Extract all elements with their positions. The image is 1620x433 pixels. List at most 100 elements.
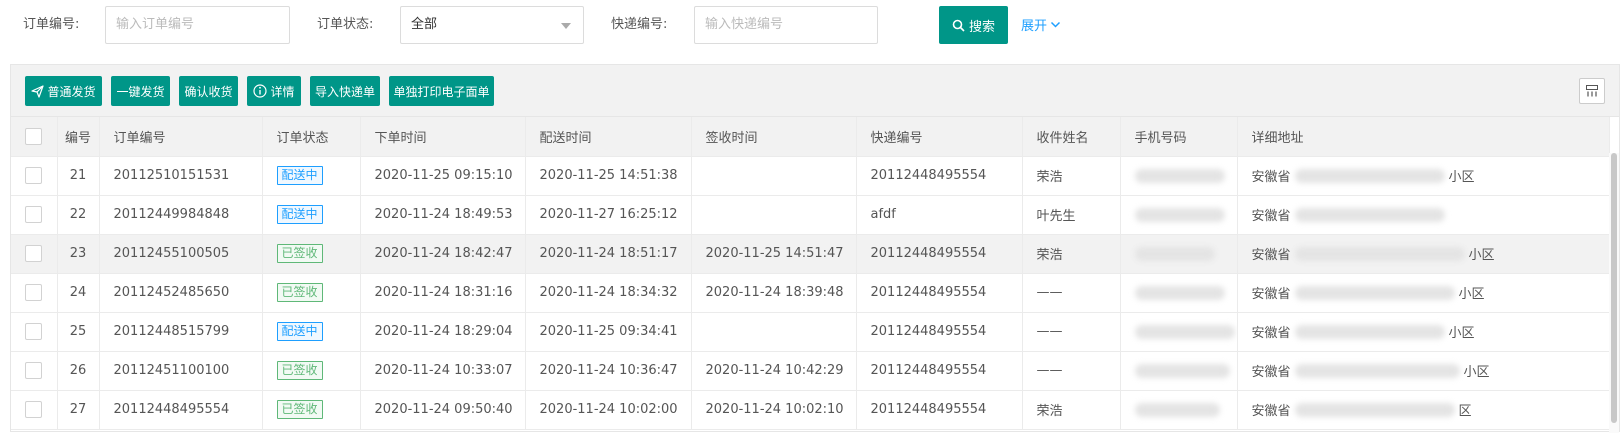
status-badge: 已签收 xyxy=(276,361,323,380)
status-label: 订单状态: xyxy=(317,17,374,32)
cell-order-time: 2020-11-24 18:49:53 xyxy=(360,195,526,235)
header-delivery-time[interactable]: 配送时间 xyxy=(525,117,692,157)
select-all-checkbox[interactable] xyxy=(25,127,43,145)
cell-id: 22 xyxy=(57,195,100,235)
row-checkbox[interactable] xyxy=(25,323,43,340)
order-no-input[interactable]: 输入订单编号 xyxy=(105,6,290,44)
chevron-down-icon xyxy=(1050,21,1061,28)
print-waybill-button[interactable]: 单独打印电子面单 xyxy=(389,76,494,106)
address-province: 安徽省 xyxy=(1251,248,1291,263)
cell-recipient: —— xyxy=(1022,273,1121,313)
redacted-phone xyxy=(1134,168,1225,183)
cell-status: 配送中 xyxy=(262,312,361,352)
cell-recipient: 荣浩 xyxy=(1022,234,1121,274)
info-circle-icon xyxy=(253,84,268,98)
columns-toggle-button[interactable] xyxy=(1579,78,1605,104)
details-button[interactable]: 详情 xyxy=(247,76,301,106)
columns-grid-icon xyxy=(1586,85,1598,97)
cell-express-no: 20112448495554 xyxy=(856,351,1023,391)
cell-status: 已签收 xyxy=(262,351,361,391)
cell-order-time: 2020-11-25 09:15:10 xyxy=(360,156,526,196)
redacted-phone xyxy=(1134,285,1225,300)
row-checkbox[interactable] xyxy=(25,206,43,223)
header-recipient[interactable]: 收件姓名 xyxy=(1022,117,1121,157)
expand-link-label: 展开 xyxy=(1021,19,1048,34)
cell-status: 已签收 xyxy=(262,273,361,313)
row-checkbox[interactable] xyxy=(25,362,43,379)
address-province: 安徽省 xyxy=(1251,287,1291,302)
table-scrollbar[interactable] xyxy=(1609,153,1619,433)
cell-phone xyxy=(1120,390,1238,430)
scrollbar-thumb[interactable] xyxy=(1611,153,1617,423)
row-select-cell xyxy=(11,351,58,391)
row-select-cell xyxy=(11,234,58,274)
cell-address: 安徽省 小区 xyxy=(1237,273,1610,313)
table-row[interactable]: 24 20112452485650 已签收 2020-11-24 18:31:16 20… xyxy=(11,273,1610,313)
normal-ship-label: 普通发货 xyxy=(47,84,96,99)
cell-recipient: 荣浩 xyxy=(1022,156,1121,196)
cell-express-no: 20112448495554 xyxy=(856,234,1023,274)
table-row[interactable]: 27 20112448495554 已签收 2020-11-24 09:50:40 20… xyxy=(11,390,1610,430)
cell-sign-time xyxy=(691,195,857,235)
expand-link[interactable]: 展开 xyxy=(1021,15,1061,34)
row-checkbox[interactable] xyxy=(25,245,43,262)
header-phone[interactable]: 手机号码 xyxy=(1120,117,1238,157)
cell-delivery-time: 2020-11-25 14:51:38 xyxy=(525,156,692,196)
header-sign-time[interactable]: 签收时间 xyxy=(691,117,857,157)
header-id[interactable]: 编号 xyxy=(57,117,100,157)
status-badge: 已签收 xyxy=(276,400,323,419)
cell-sign-time xyxy=(691,312,857,352)
cell-express-no: 20112448495554 xyxy=(856,156,1023,196)
status-select-value: 全部 xyxy=(411,17,438,32)
import-express-button[interactable]: 导入快递单 xyxy=(310,76,380,106)
row-checkbox[interactable] xyxy=(25,284,43,301)
cell-delivery-time: 2020-11-24 18:34:32 xyxy=(525,273,692,313)
header-order-no[interactable]: 订单编号 xyxy=(99,117,263,157)
one-click-ship-button[interactable]: 一键发货 xyxy=(111,76,170,106)
cell-order-time: 2020-11-24 09:50:40 xyxy=(360,390,526,430)
cell-id: 27 xyxy=(57,390,100,430)
cell-recipient: —— xyxy=(1022,351,1121,391)
table-row[interactable]: 22 20112449984848 配送中 2020-11-24 18:49:53 20… xyxy=(11,195,1610,235)
table-row[interactable]: 23 20112455100505 已签收 2020-11-24 18:42:47 20… xyxy=(11,234,1610,274)
table-row[interactable]: 25 20112448515799 配送中 2020-11-24 18:29:04 20… xyxy=(11,312,1610,352)
cell-order-time: 2020-11-24 18:29:04 xyxy=(360,312,526,352)
cell-recipient: —— xyxy=(1022,312,1121,352)
normal-ship-button[interactable]: 普通发货 xyxy=(25,76,102,106)
address-suffix: 小区 xyxy=(1448,170,1475,185)
address-suffix: 小区 xyxy=(1463,365,1490,380)
redacted-address xyxy=(1294,246,1465,261)
header-status[interactable]: 订单状态 xyxy=(262,117,361,157)
cell-order-no: 20112452485650 xyxy=(99,273,263,313)
cell-express-no: 20112448495554 xyxy=(856,273,1023,313)
table-row[interactable]: 21 20112510151531 配送中 2020-11-25 09:15:10 20… xyxy=(11,156,1610,196)
select-all-cell xyxy=(11,117,58,157)
status-badge: 已签收 xyxy=(276,244,323,263)
cell-phone xyxy=(1120,351,1238,391)
row-select-cell xyxy=(11,273,58,313)
express-no-input[interactable]: 输入快递编号 xyxy=(694,6,878,44)
address-province: 安徽省 xyxy=(1251,209,1291,224)
header-address[interactable]: 详细地址 xyxy=(1237,117,1610,157)
search-button[interactable]: 搜索 xyxy=(939,6,1008,44)
header-express-no[interactable]: 快递编号 xyxy=(856,117,1023,157)
status-badge: 配送中 xyxy=(276,205,323,224)
redacted-phone xyxy=(1134,363,1230,378)
cell-sign-time: 2020-11-24 10:02:10 xyxy=(691,390,857,430)
table-row[interactable]: 26 20112451100100 已签收 2020-11-24 10:33:07 20… xyxy=(11,351,1610,391)
cell-order-no: 20112448515799 xyxy=(99,312,263,352)
order-table-card: 普通发货 一键发货 确认收货 详情 导入快递单 单独打印电子面单 编号 订单编号… xyxy=(10,64,1620,433)
cell-recipient: 叶先生 xyxy=(1022,195,1121,235)
header-order-time[interactable]: 下单时间 xyxy=(360,117,526,157)
cell-address: 安徽省 小区 xyxy=(1237,234,1610,274)
cell-status: 配送中 xyxy=(262,156,361,196)
address-province: 安徽省 xyxy=(1251,365,1291,380)
cell-delivery-time: 2020-11-24 18:51:17 xyxy=(525,234,692,274)
confirm-receipt-button[interactable]: 确认收货 xyxy=(179,76,238,106)
redacted-address xyxy=(1294,402,1455,417)
cell-phone xyxy=(1120,273,1238,313)
status-select[interactable]: 全部 xyxy=(400,6,584,44)
row-checkbox[interactable] xyxy=(25,167,43,184)
cell-order-no: 20112449984848 xyxy=(99,195,263,235)
row-checkbox[interactable] xyxy=(25,401,43,418)
